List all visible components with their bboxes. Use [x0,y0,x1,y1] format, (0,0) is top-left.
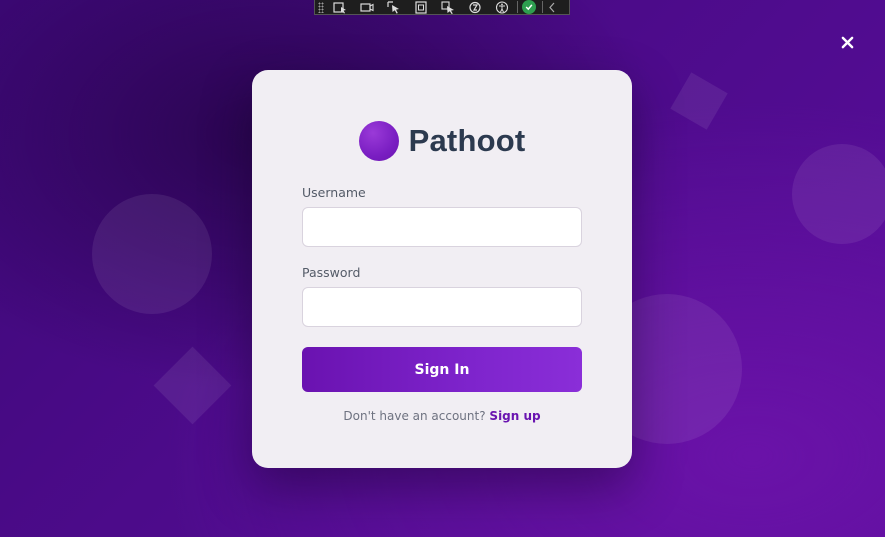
pointer-select-icon[interactable] [384,0,404,15]
close-icon [841,36,853,48]
password-label: Password [302,265,361,280]
decor-circle [92,194,212,314]
select-element-icon[interactable] [330,0,350,15]
collapse-chevron-icon[interactable] [547,0,557,15]
check-icon[interactable] [522,0,536,14]
decor-diamond [153,346,232,425]
signup-prompt: Don't have an account? Sign up [302,409,582,423]
username-label: Username [302,185,366,200]
debug-toolbar [314,0,570,15]
username-input[interactable] [302,207,582,247]
grip-icon[interactable] [318,1,324,13]
sign-in-label: Sign In [414,361,470,378]
logo-circle-icon [358,121,399,161]
brand-name: Pathoot [408,123,526,158]
brand: Pathoot [302,120,582,162]
sign-in-button[interactable]: Sign In [302,347,582,392]
password-input[interactable] [302,287,582,327]
video-icon[interactable] [357,0,377,15]
pointer-frame-icon[interactable] [438,0,458,15]
close-button[interactable] [838,32,856,52]
hot-reload-icon[interactable] [465,0,485,15]
accessibility-icon[interactable] [492,0,512,15]
sign-up-link[interactable]: Sign up [489,409,540,423]
login-card: Pathoot Username Password Sign In Don't … [252,70,632,468]
frame-icon[interactable] [411,0,431,15]
toolbar-separator [542,1,543,13]
decor-circle [792,144,885,244]
toolbar-separator [517,1,518,13]
decor-diamond [670,72,728,130]
signup-prompt-text: Don't have an account? [343,409,486,423]
